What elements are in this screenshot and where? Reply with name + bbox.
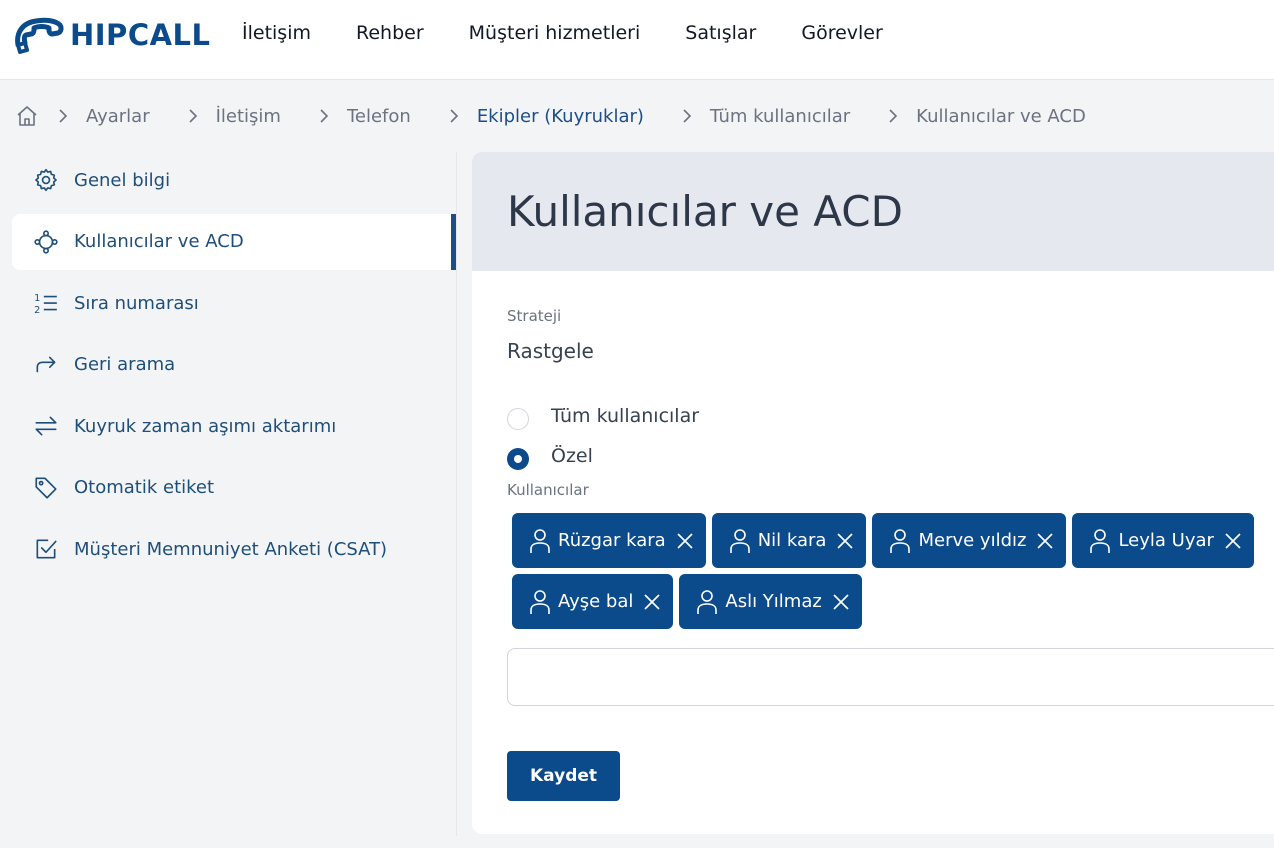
nav-item-gorevler[interactable]: Görevler: [801, 22, 882, 44]
user-chip-label: Aslı Yılmaz: [725, 591, 822, 612]
radio-label: Özel: [551, 445, 593, 467]
chevron-right-icon: [40, 106, 86, 126]
sidebar-item-sira-numarasi[interactable]: 12 Sıra numarası: [12, 275, 456, 331]
page-title: Kullanıcılar ve ACD: [507, 187, 903, 236]
save-button[interactable]: Kaydet: [507, 751, 620, 801]
panel-header: Kullanıcılar ve ACD: [472, 152, 1274, 271]
chevron-right-icon: [170, 106, 216, 126]
sidebar-item-csat[interactable]: Müşteri Memnuniyet Anketi (CSAT): [12, 521, 456, 577]
user-chip-label: Nil kara: [757, 530, 827, 551]
chevron-right-icon: [870, 106, 916, 126]
phone-logo-icon: [15, 17, 64, 54]
svg-text:2: 2: [34, 305, 40, 316]
main-nav: İletişim Rehber Müşteri hizmetleri Satış…: [242, 22, 883, 44]
user-chip: Nil kara: [711, 513, 867, 568]
brand-name: HIPCALL: [70, 18, 211, 52]
close-icon[interactable]: [676, 532, 694, 550]
radio-ozel[interactable]: Özel: [507, 445, 593, 470]
user-chip: Leyla Uyar: [1072, 513, 1254, 568]
nav-item-satislar[interactable]: Satışlar: [685, 22, 756, 44]
breadcrumb-ayarlar[interactable]: Ayarlar: [86, 106, 150, 127]
close-icon[interactable]: [643, 593, 661, 611]
close-icon[interactable]: [832, 593, 850, 611]
radio-tum-kullanicilar[interactable]: Tüm kullanıcılar: [507, 405, 700, 430]
breadcrumb-iletisim[interactable]: İletişim: [216, 106, 281, 127]
close-icon[interactable]: [1036, 532, 1054, 550]
breadcrumb: Ayarlar İletişim Telefon Ekipler (Kuyruk…: [0, 96, 1274, 136]
user-icon: [890, 528, 911, 553]
breadcrumb-current: Kullanıcılar ve ACD: [916, 105, 1086, 127]
top-navigation-bar: HIPCALL İletişim Rehber Müşteri hizmetle…: [0, 0, 1274, 80]
nav-item-iletisim[interactable]: İletişim: [242, 22, 311, 44]
strategy-label: Strateji: [507, 307, 562, 325]
user-chip: Ayşe bal: [512, 574, 674, 629]
breadcrumb-tum-kullanicilar[interactable]: Tüm kullanıcılar: [710, 106, 850, 127]
forward-arrow-icon: [32, 351, 60, 379]
sidebar-item-label: Kullanıcılar ve ACD: [74, 231, 244, 252]
sidebar-item-label: Müşteri Memnuniyet Anketi (CSAT): [74, 538, 388, 560]
user-chip: Merve yıldız: [872, 513, 1067, 568]
user-chip: Rüzgar kara: [512, 513, 706, 568]
user-icon: [530, 589, 550, 614]
users-label: Kullanıcılar: [507, 481, 589, 499]
chevron-right-icon: [664, 106, 710, 126]
user-chip-label: Ayşe bal: [558, 591, 634, 612]
sidebar-item-label: Otomatik etiket: [74, 477, 215, 498]
svg-text:1: 1: [34, 293, 40, 304]
close-icon[interactable]: [1224, 532, 1242, 550]
breadcrumb-ekipler[interactable]: Ekipler (Kuyruklar): [477, 106, 644, 127]
hipcall-logo[interactable]: HIPCALL: [12, 14, 211, 56]
chevron-right-icon: [301, 106, 347, 126]
close-icon[interactable]: [836, 532, 854, 550]
radio-label: Tüm kullanıcılar: [551, 405, 700, 427]
sidebar-item-otomatik-etiket[interactable]: Otomatik etiket: [12, 460, 456, 516]
users-search-input[interactable]: [507, 648, 1274, 706]
chevron-right-icon: [431, 106, 477, 126]
user-chip-label: Merve yıldız: [918, 530, 1027, 551]
user-chip-label: Leyla Uyar: [1118, 530, 1214, 551]
home-icon[interactable]: [14, 103, 40, 129]
checkbox-icon: [32, 535, 60, 563]
sidebar-item-label: Geri arama: [74, 354, 176, 375]
main-panel: Kullanıcılar ve ACD Strateji Rastgele Tü…: [472, 152, 1274, 834]
users-network-icon: [32, 228, 60, 256]
user-chip-label: Rüzgar kara: [558, 530, 666, 551]
user-icon: [697, 589, 718, 614]
user-chip: Aslı Yılmaz: [679, 574, 862, 629]
sidebar-item-genel-bilgi[interactable]: Genel bilgi: [12, 152, 456, 208]
sidebar-item-kuyruk-zaman-asimi[interactable]: Kuyruk zaman aşımı aktarımı: [12, 398, 456, 454]
gear-icon: [32, 166, 60, 194]
user-icon: [1090, 528, 1111, 553]
sidebar-item-kullanicilar-ve-acd[interactable]: Kullanıcılar ve ACD: [12, 213, 456, 270]
radio-button[interactable]: [507, 408, 529, 430]
sidebar-item-geri-arama[interactable]: Geri arama: [12, 337, 456, 393]
breadcrumb-telefon[interactable]: Telefon: [347, 106, 411, 127]
user-icon: [729, 528, 750, 553]
sidebar-item-label: Sıra numarası: [74, 292, 199, 314]
strategy-value: Rastgele: [507, 339, 594, 363]
tag-icon: [32, 474, 60, 502]
sidebar-item-label: Genel bilgi: [74, 169, 171, 191]
user-icon: [530, 528, 550, 553]
settings-sidebar: Genel bilgi Kullanıcılar ve ACD 12 Sıra …: [12, 152, 457, 836]
radio-button-checked[interactable]: [507, 448, 529, 470]
nav-item-rehber[interactable]: Rehber: [356, 22, 424, 44]
numbered-list-icon: 12: [32, 289, 60, 317]
nav-item-musteri-hizmetleri[interactable]: Müşteri hizmetleri: [469, 22, 641, 44]
transfer-arrows-icon: [32, 412, 60, 440]
user-chip-list: Rüzgar kara Nil kara Merve yıldız Leyla …: [512, 513, 1274, 629]
sidebar-item-label: Kuyruk zaman aşımı aktarımı: [74, 415, 337, 437]
